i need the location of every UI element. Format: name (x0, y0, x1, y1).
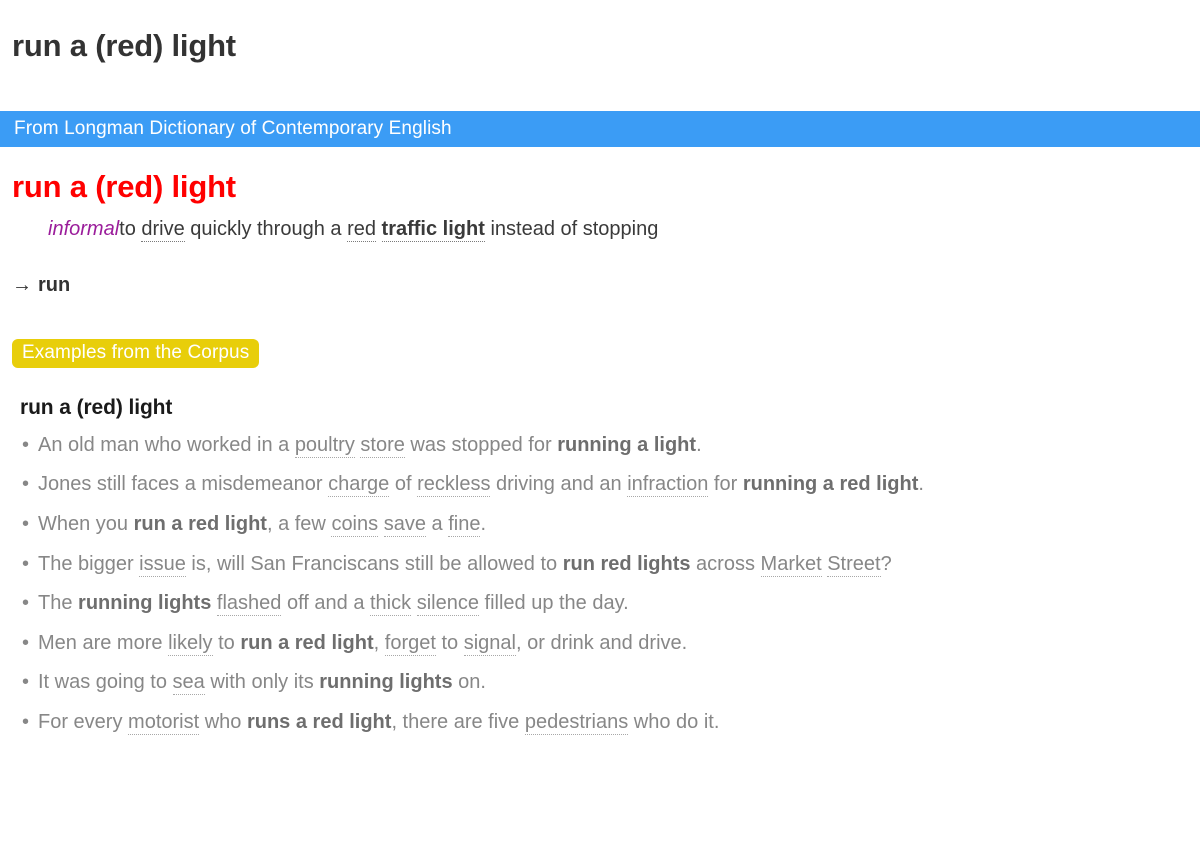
collocation-highlight: runs a red light (246, 710, 392, 733)
entry-headword: run a (red) light (12, 168, 236, 204)
inline-text: , there are five (391, 710, 525, 733)
inline-text: When you (38, 513, 134, 535)
example-sentence: Jones still faces a misdemeanor charge o… (20, 465, 1194, 505)
dictionary-source-bar: From Longman Dictionary of Contemporary … (0, 110, 1200, 147)
inline-text (411, 592, 417, 614)
inline-text: quickly through a (184, 217, 348, 240)
source-bar-label: From Longman Dictionary of Contemporary … (14, 117, 452, 139)
inline-word-link[interactable]: issue (139, 552, 186, 577)
inline-text: , or drink and drive. (516, 631, 688, 654)
inline-text: For every (38, 710, 129, 733)
cross-reference-target[interactable]: run (38, 274, 70, 296)
inline-word-link[interactable]: Street (827, 552, 881, 577)
inline-text: ? (880, 552, 892, 575)
inline-word-link[interactable]: poultry (294, 433, 355, 458)
inline-text: It was going to (38, 671, 173, 694)
examples-from-corpus-badge[interactable]: Examples from the Corpus (12, 338, 260, 368)
inline-text: The bigger (38, 552, 140, 575)
example-sentence: Men are more likely to run a red light , … (20, 624, 1194, 664)
inline-word-link[interactable]: sea (172, 671, 205, 696)
inline-text (378, 513, 384, 535)
collocation-highlight: running lights (78, 592, 212, 615)
register-label: informal (48, 217, 120, 240)
inline-text: to (212, 631, 241, 654)
inline-word-link[interactable]: pedestrians (524, 710, 629, 735)
inline-word-link[interactable]: charge (328, 473, 390, 498)
inline-text: who (199, 710, 247, 733)
inline-text: , a few (266, 513, 332, 535)
dictionary-entry: run a (red) light informalto drive quick… (0, 167, 1200, 297)
example-sentence: An old man who worked in a poultry store… (20, 426, 1194, 466)
inline-text: Men are more (38, 631, 169, 654)
inline-word-link[interactable]: reckless (417, 473, 491, 498)
inline-text: filled up the day. (478, 592, 629, 615)
inline-text: on. (452, 671, 486, 694)
inline-text: Jones still faces a misdemeanor (38, 473, 329, 496)
inline-text: who do it. (628, 710, 720, 733)
inline-word-link[interactable]: silence (416, 592, 479, 617)
inline-word-link[interactable]: flashed (216, 592, 282, 617)
inline-word-link[interactable]: store (360, 433, 405, 458)
inline-text: off and a (281, 592, 370, 615)
example-sentence: When you run a red light, a few coins sa… (20, 505, 1194, 545)
inline-word-link[interactable]: fine (448, 513, 481, 537)
inline-text: , (373, 631, 385, 654)
inline-text: An old man who worked in a (38, 433, 295, 456)
arrow-right-icon: → (12, 273, 32, 296)
corpus-badge-row: Examples from the Corpus (0, 338, 1200, 368)
inline-text: across (690, 552, 761, 575)
inline-text: . (918, 473, 924, 496)
inline-text: of (389, 473, 418, 496)
inline-text: The (38, 592, 79, 615)
dictionary-page: run a (red) light From Longman Dictionar… (0, 21, 1200, 743)
collocation-highlight: run a red light (240, 631, 374, 654)
inline-text: . (696, 433, 702, 456)
inline-word-link[interactable]: traffic light (381, 217, 485, 242)
inline-text: was stopped for (404, 433, 558, 456)
example-sentence: For every motorist who runs a red light,… (20, 703, 1194, 743)
corpus-example-list: An old man who worked in a poultry store… (20, 426, 1194, 743)
inline-text: instead of stopping (484, 217, 659, 240)
inline-text: is, will San Franciscans still be allowe… (185, 552, 563, 575)
collocation-highlight: running a red light (742, 473, 919, 496)
inline-word-link[interactable]: Market (760, 552, 822, 577)
corpus-examples-heading: run a (red) light (20, 395, 173, 419)
inline-text: to (435, 631, 464, 654)
inline-word-link[interactable]: infraction (627, 473, 709, 498)
page-title: run a (red) light (12, 27, 236, 63)
inline-word-link[interactable]: drive (141, 217, 185, 242)
example-sentence: The bigger issue is, will San Franciscan… (20, 545, 1194, 585)
inline-word-link[interactable]: forget (384, 631, 436, 656)
inline-word-link[interactable]: thick (370, 592, 412, 617)
inline-word-link[interactable]: save (383, 513, 426, 537)
inline-word-link[interactable]: signal (463, 631, 516, 656)
inline-text: driving and an (490, 473, 628, 496)
inline-text (376, 218, 382, 240)
example-sentence: The running lights flashed off and a thi… (20, 584, 1194, 624)
inline-word-link[interactable]: motorist (128, 710, 200, 735)
inline-word-link[interactable]: red (347, 217, 376, 242)
inline-word-link[interactable]: likely (168, 631, 213, 656)
inline-text: . (480, 513, 487, 535)
inline-text: with only its (204, 671, 320, 694)
inline-text: to (119, 217, 142, 240)
inline-word-link[interactable]: coins (331, 513, 379, 537)
inline-text: for (708, 473, 743, 496)
collocation-highlight: running lights (319, 671, 453, 694)
entry-sense: informalto drive quickly through a red t… (12, 215, 1188, 244)
example-sentence: It was going to sea with only its runnin… (20, 663, 1194, 703)
collocation-highlight: running a light (557, 433, 697, 456)
inline-text: a (425, 513, 449, 535)
corpus-examples-section: run a (red) light An old man who worked … (0, 396, 1200, 743)
definition-text: to drive quickly through a red traffic l… (119, 217, 659, 242)
collocation-highlight: run red lights (562, 552, 691, 575)
collocation-highlight: run a red light (133, 513, 267, 535)
cross-reference[interactable]: → run (12, 274, 1188, 297)
